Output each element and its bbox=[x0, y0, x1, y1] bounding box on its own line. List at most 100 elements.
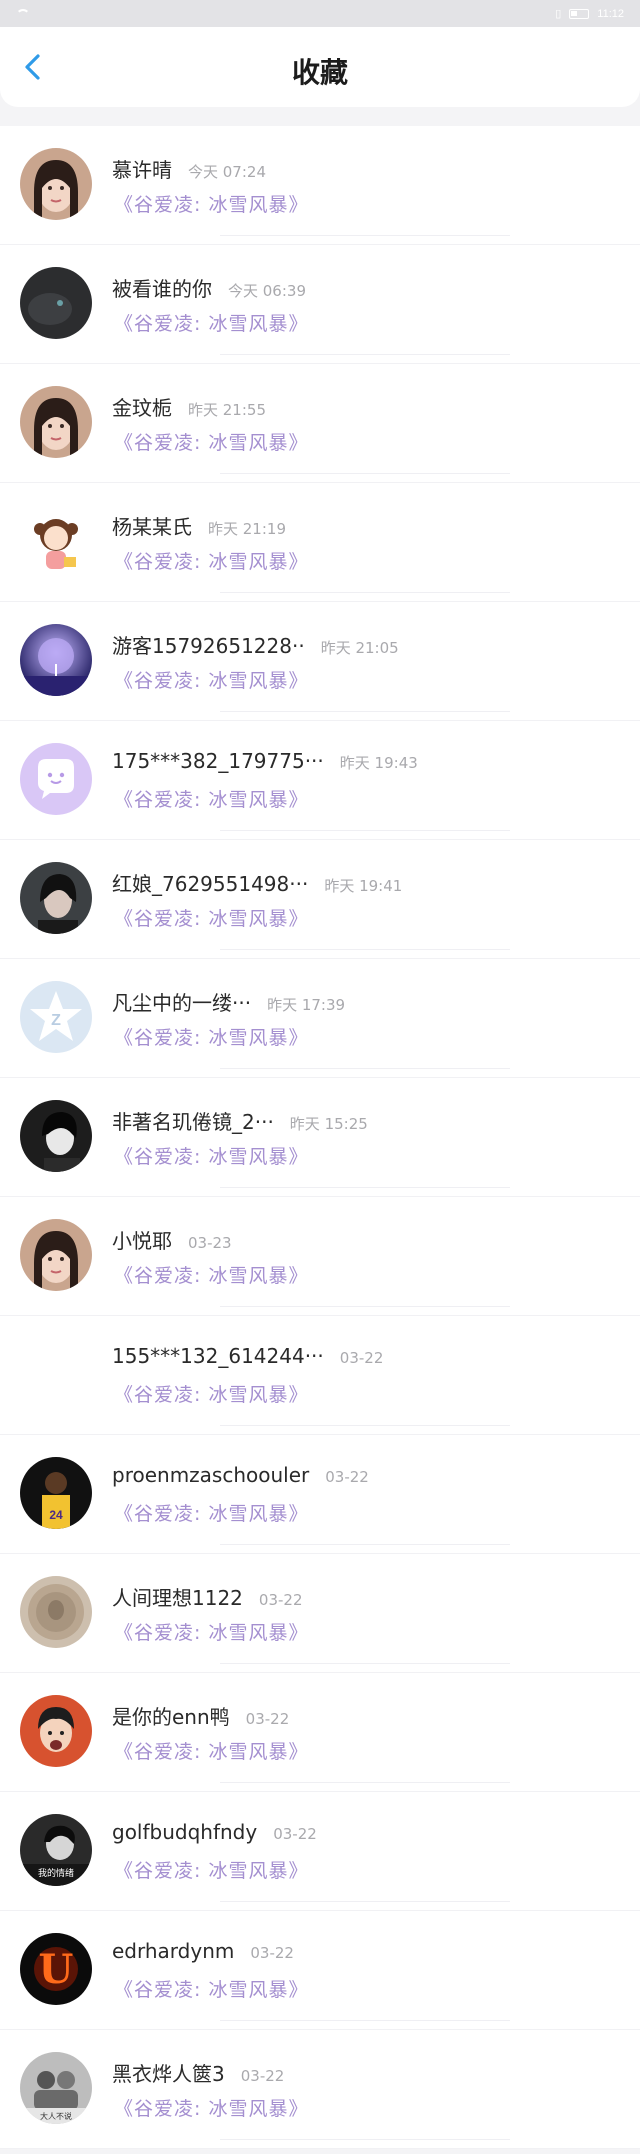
avatar[interactable] bbox=[20, 148, 92, 220]
timestamp: 昨天 17:39 bbox=[267, 996, 346, 1014]
list-item[interactable]: 是你的enn鸭 03-22 《谷爱凌: 冰雪风暴》 bbox=[0, 1673, 640, 1792]
list-item[interactable]: 人间理想1122 03-22 《谷爱凌: 冰雪风暴》 bbox=[0, 1554, 640, 1673]
list-item[interactable]: 我的情绪 golfbudqhfndy 03-22 《谷爱凌: 冰雪风暴》 bbox=[0, 1792, 640, 1911]
user-name: edrhardynm bbox=[112, 1939, 235, 1963]
song-link[interactable]: 《谷爱凌: 冰雪风暴》 bbox=[114, 428, 308, 455]
divider bbox=[220, 1187, 510, 1188]
avatar[interactable] bbox=[20, 505, 92, 577]
avatar[interactable] bbox=[20, 386, 92, 458]
item-header: 175***382_179775··· 昨天 19:43 bbox=[112, 749, 418, 773]
timestamp: 03-22 bbox=[273, 1825, 317, 1843]
user-name: 慕许晴 bbox=[112, 158, 172, 182]
item-header: 游客15792651228·· 昨天 21:05 bbox=[112, 630, 399, 659]
svg-text:24: 24 bbox=[49, 1508, 63, 1522]
song-link[interactable]: 《谷爱凌: 冰雪风暴》 bbox=[114, 1261, 308, 1288]
avatar[interactable] bbox=[20, 1576, 92, 1648]
song-link[interactable]: 《谷爱凌: 冰雪风暴》 bbox=[114, 904, 308, 931]
avatar[interactable]: 我的情绪 bbox=[20, 1814, 92, 1886]
avatar[interactable] bbox=[20, 1338, 92, 1410]
timestamp: 昨天 21:19 bbox=[208, 520, 286, 538]
song-link[interactable]: 《谷爱凌: 冰雪风暴》 bbox=[114, 666, 308, 693]
user-name: 凡尘中的一缕··· bbox=[112, 991, 252, 1015]
song-link[interactable]: 《谷爱凌: 冰雪风暴》 bbox=[114, 1499, 308, 1526]
avatar[interactable]: 大人不说 bbox=[20, 2052, 92, 2124]
item-header: 是你的enn鸭 03-22 bbox=[112, 1701, 289, 1730]
user-name: golfbudqhfndy bbox=[112, 1820, 258, 1844]
song-link[interactable]: 《谷爱凌: 冰雪风暴》 bbox=[114, 1142, 308, 1169]
divider bbox=[220, 1782, 510, 1783]
timestamp: 03-22 bbox=[339, 1349, 384, 1367]
avatar[interactable]: 24 bbox=[20, 1457, 92, 1529]
svg-text:大人不说: 大人不说 bbox=[40, 2111, 72, 2121]
list-item[interactable]: 游客15792651228·· 昨天 21:05 《谷爱凌: 冰雪风暴》 bbox=[0, 602, 640, 721]
song-link[interactable]: 《谷爱凌: 冰雪风暴》 bbox=[114, 1618, 308, 1645]
avatar[interactable] bbox=[20, 267, 92, 339]
song-link[interactable]: 《谷爱凌: 冰雪风暴》 bbox=[114, 190, 308, 217]
avatar[interactable] bbox=[20, 743, 92, 815]
song-link[interactable]: 《谷爱凌: 冰雪风暴》 bbox=[114, 1856, 308, 1883]
avatar[interactable]: U bbox=[20, 1933, 92, 2005]
avatar[interactable] bbox=[20, 1100, 92, 1172]
timestamp: 昨天 19:43 bbox=[339, 754, 418, 772]
item-header: 杨某某氏 昨天 21:19 bbox=[112, 511, 286, 540]
list-item[interactable]: 24 proenmzaschoouler 03-22 《谷爱凌: 冰雪风暴》 bbox=[0, 1435, 640, 1554]
avatar[interactable] bbox=[20, 862, 92, 934]
divider bbox=[220, 949, 510, 950]
avatar[interactable] bbox=[20, 624, 92, 696]
item-header: 被看谁的你 今天 06:39 bbox=[112, 273, 306, 302]
favorites-list: 慕许晴 今天 07:24 《谷爱凌: 冰雪风暴》被看谁的你 今天 06:39 《谷爱凌:… bbox=[0, 126, 640, 2149]
avatar[interactable]: Z bbox=[20, 981, 92, 1053]
list-item[interactable]: 慕许晴 今天 07:24 《谷爱凌: 冰雪风暴》 bbox=[0, 126, 640, 245]
user-name: 175***382_179775··· bbox=[112, 749, 324, 773]
user-name: 非著名玑倦镜_2··· bbox=[112, 1110, 274, 1134]
song-link[interactable]: 《谷爱凌: 冰雪风暴》 bbox=[114, 2094, 308, 2121]
list-item[interactable]: 大人不说 黑衣烨人篋3 03-22 《谷爱凌: 冰雪风暴》 bbox=[0, 2030, 640, 2149]
divider bbox=[220, 473, 510, 474]
user-name: 155***132_614244··· bbox=[112, 1344, 324, 1368]
svg-text:我的情绪: 我的情绪 bbox=[38, 1867, 74, 1879]
list-item[interactable]: 非著名玑倦镜_2··· 昨天 15:25 《谷爱凌: 冰雪风暴》 bbox=[0, 1078, 640, 1197]
svg-text:Z: Z bbox=[51, 1012, 61, 1029]
avatar[interactable] bbox=[20, 1695, 92, 1767]
user-name: 金玟栀 bbox=[112, 396, 172, 420]
song-link[interactable]: 《谷爱凌: 冰雪风暴》 bbox=[114, 785, 308, 812]
list-item[interactable]: 175***382_179775··· 昨天 19:43 《谷爱凌: 冰雪风暴》 bbox=[0, 721, 640, 840]
status-time: 11:12 bbox=[597, 7, 624, 20]
list-item[interactable]: 155***132_614244··· 03-22 《谷爱凌: 冰雪风暴》 bbox=[0, 1316, 640, 1435]
divider bbox=[220, 830, 510, 831]
wifi-icon bbox=[16, 8, 30, 19]
list-item[interactable]: 小悦耶 03-23 《谷爱凌: 冰雪风暴》 bbox=[0, 1197, 640, 1316]
user-name: 人间理想1122 bbox=[112, 1586, 243, 1610]
divider bbox=[220, 1663, 510, 1664]
timestamp: 03-23 bbox=[188, 1234, 232, 1252]
timestamp: 今天 06:39 bbox=[228, 282, 306, 300]
timestamp: 昨天 21:55 bbox=[188, 401, 266, 419]
user-name: proenmzaschoouler bbox=[112, 1463, 310, 1487]
divider bbox=[220, 1901, 510, 1902]
timestamp: 昨天 21:05 bbox=[320, 639, 399, 657]
item-header: 小悦耶 03-23 bbox=[112, 1225, 232, 1254]
divider bbox=[220, 592, 510, 593]
divider bbox=[220, 711, 510, 712]
list-item[interactable]: 金玟栀 昨天 21:55 《谷爱凌: 冰雪风暴》 bbox=[0, 364, 640, 483]
divider bbox=[220, 1425, 510, 1426]
divider bbox=[220, 1068, 510, 1069]
song-link[interactable]: 《谷爱凌: 冰雪风暴》 bbox=[114, 309, 308, 336]
song-link[interactable]: 《谷爱凌: 冰雪风暴》 bbox=[114, 1737, 308, 1764]
user-name: 小悦耶 bbox=[112, 1229, 172, 1253]
song-link[interactable]: 《谷爱凌: 冰雪风暴》 bbox=[114, 547, 308, 574]
avatar[interactable] bbox=[20, 1219, 92, 1291]
item-header: 黑衣烨人篋3 03-22 bbox=[112, 2058, 284, 2087]
list-item[interactable]: 红娘_7629551498··· 昨天 19:41 《谷爱凌: 冰雪风暴》 bbox=[0, 840, 640, 959]
list-item[interactable]: Uedrhardynm 03-22 《谷爱凌: 冰雪风暴》 bbox=[0, 1911, 640, 2030]
list-item[interactable]: 被看谁的你 今天 06:39 《谷爱凌: 冰雪风暴》 bbox=[0, 245, 640, 364]
song-link[interactable]: 《谷爱凌: 冰雪风暴》 bbox=[114, 1023, 308, 1050]
svg-text:U: U bbox=[39, 1946, 74, 1993]
song-link[interactable]: 《谷爱凌: 冰雪风暴》 bbox=[114, 1975, 308, 2002]
list-item[interactable]: 杨某某氏 昨天 21:19 《谷爱凌: 冰雪风暴》 bbox=[0, 483, 640, 602]
divider bbox=[220, 1544, 510, 1545]
list-item[interactable]: Z 凡尘中的一缕··· 昨天 17:39 《谷爱凌: 冰雪风暴》 bbox=[0, 959, 640, 1078]
item-header: 金玟栀 昨天 21:55 bbox=[112, 392, 266, 421]
item-header: golfbudqhfndy 03-22 bbox=[112, 1820, 317, 1844]
song-link[interactable]: 《谷爱凌: 冰雪风暴》 bbox=[114, 1380, 308, 1407]
